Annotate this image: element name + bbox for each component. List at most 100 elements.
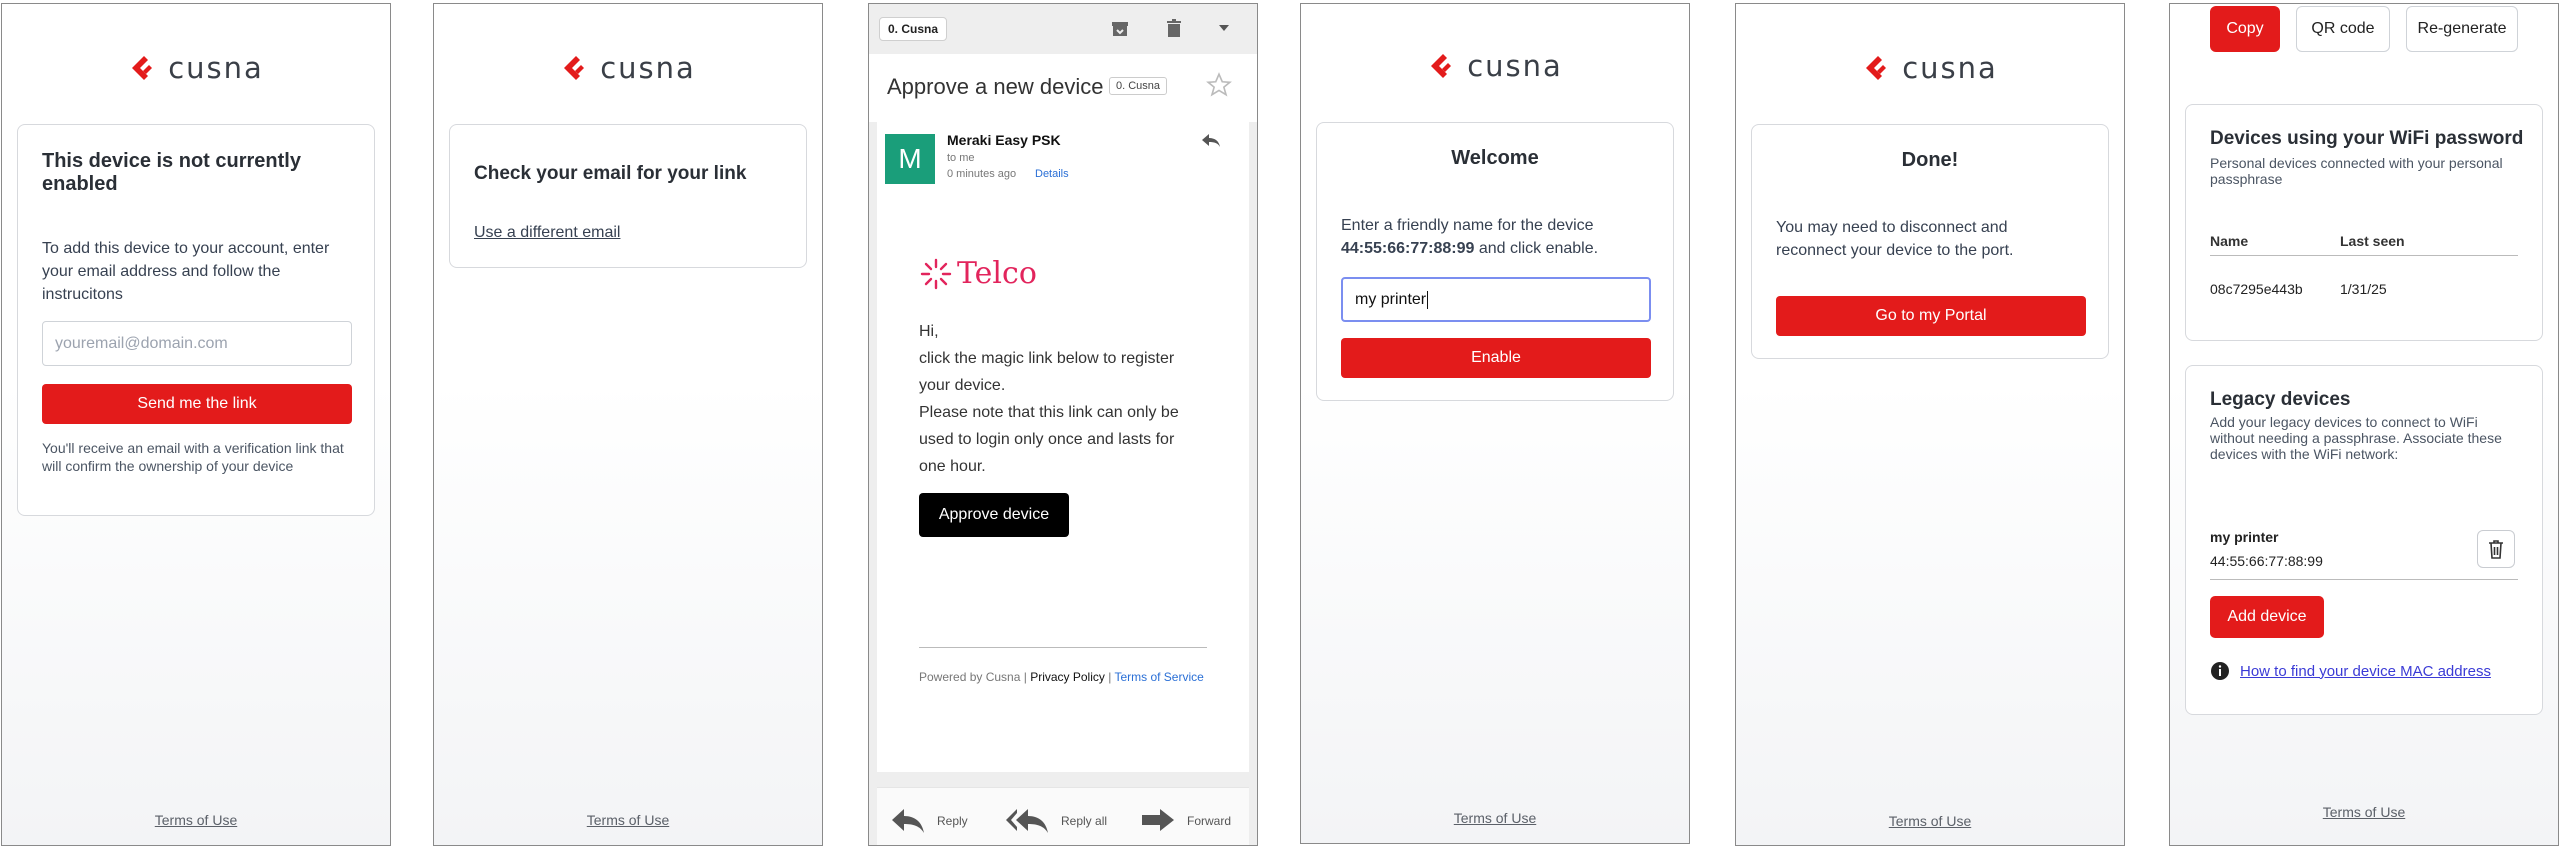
device-mac: 44:55:66:77:88:99 xyxy=(1341,240,1475,257)
card-title: Done! xyxy=(1901,149,1959,171)
devices-subtitle: Personal devices connected with your per… xyxy=(2210,155,2503,187)
terms-link[interactable]: Terms of Use xyxy=(1736,813,2124,829)
email-footer: Powered by Cusna | Privacy Policy | Term… xyxy=(919,670,1204,684)
reply-label: Reply xyxy=(937,814,968,828)
approve-device-button[interactable]: Approve device xyxy=(919,493,1069,537)
reply-all-action[interactable]: Reply all xyxy=(1005,806,1107,836)
screen-done: cusna Done! You may need to disconnect a… xyxy=(1735,3,2125,846)
mac-help-link[interactable]: How to find your device MAC address xyxy=(2240,663,2491,680)
portal-button[interactable]: Go to my Portal xyxy=(1776,296,2086,336)
enable-button[interactable]: Enable xyxy=(1341,338,1651,378)
paragraph-1: click the magic link below to register y… xyxy=(919,350,1175,394)
archive-icon[interactable] xyxy=(1109,18,1131,40)
brand-logo: cusna xyxy=(434,48,822,88)
legacy-description: Add your legacy devices to connect to Wi… xyxy=(2210,414,2502,462)
brand-name: cusna xyxy=(600,51,696,85)
text-caret xyxy=(1427,290,1429,309)
card-title: Welcome xyxy=(1451,147,1539,169)
star-icon[interactable] xyxy=(1206,72,1232,98)
forward-action[interactable]: Forward xyxy=(1139,806,1231,836)
cusna-logo-icon xyxy=(1431,54,1452,78)
company-name: Telco xyxy=(957,256,1037,291)
column-last-seen: Last seen xyxy=(2340,233,2405,249)
email-message: M Meraki Easy PSK to me 0 minutes ago De… xyxy=(877,122,1249,772)
send-link-button[interactable]: Send me the link xyxy=(42,384,352,424)
devices-card: Devices using your WiFi password Persona… xyxy=(2185,104,2543,341)
card-title: Check your email for your link xyxy=(474,163,747,184)
time-text: 0 minutes ago xyxy=(947,168,1017,180)
screen-check-email: cusna Check your email for your link Use… xyxy=(433,3,823,846)
brand-logo: cusna xyxy=(1301,46,1689,86)
card-title: This device is not currently enabled xyxy=(42,150,301,195)
legacy-device-name: my printer xyxy=(2210,529,2279,545)
screen-welcome: cusna Welcome Enter a friendly name for … xyxy=(1300,3,1690,844)
trash-icon xyxy=(2489,540,2503,559)
info-icon xyxy=(2211,662,2229,680)
welcome-card: Welcome Enter a friendly name for the de… xyxy=(1316,122,1674,401)
cusna-logo-icon xyxy=(1866,56,1887,80)
cusna-logo-icon xyxy=(132,56,153,80)
legacy-divider xyxy=(2210,579,2518,580)
terms-service-link[interactable]: Terms of Service xyxy=(1114,670,1203,684)
table-header-divider xyxy=(2210,255,2518,256)
instruction-line-2: and click enable. xyxy=(1474,240,1599,257)
terms-link[interactable]: Terms of Use xyxy=(1301,810,1689,826)
instructions-text: To add this device to your account, ente… xyxy=(42,240,330,303)
email-subject-bar: Approve a new device 0. Cusna xyxy=(869,54,1257,122)
subject-tag[interactable]: 0. Cusna xyxy=(1109,77,1168,95)
avatar: M xyxy=(885,134,935,184)
divider xyxy=(919,647,1207,648)
add-device-button[interactable]: Add device xyxy=(2210,596,2324,638)
devices-title: Devices using your WiFi password xyxy=(2210,128,2524,149)
cusna-logo-icon xyxy=(564,56,585,80)
brand-name: cusna xyxy=(1467,49,1563,83)
device-name-value: my printer xyxy=(1355,290,1427,308)
sender-name: Meraki Easy PSK xyxy=(947,132,1061,148)
screen-device-not-enabled: cusna This device is not currently enabl… xyxy=(1,3,391,846)
details-link[interactable]: Details xyxy=(1035,168,1069,180)
row-device-name: 08c7295e443b xyxy=(2210,281,2303,297)
qr-code-button[interactable]: QR code xyxy=(2296,6,2390,52)
terms-link[interactable]: Terms of Use xyxy=(2,812,390,828)
sunburst-icon xyxy=(920,258,952,289)
folder-tag[interactable]: 0. Cusna xyxy=(879,17,948,41)
enable-card: This device is not currently enabled To … xyxy=(17,124,375,516)
reply-all-icon xyxy=(1006,809,1048,833)
friendly-name-instructions: Enter a friendly name for the device 44:… xyxy=(1341,214,1661,260)
brand-name: cusna xyxy=(1902,51,1998,85)
telco-logo: Telco xyxy=(919,256,1037,291)
paragraph-2: Please note that this link can only be u… xyxy=(919,404,1179,475)
reply-all-label: Reply all xyxy=(1061,814,1108,828)
legacy-device-mac: 44:55:66:77:88:99 xyxy=(2210,553,2323,569)
terms-link[interactable]: Terms of Use xyxy=(434,812,822,828)
forward-icon xyxy=(1142,809,1174,831)
delete-device-button[interactable] xyxy=(2477,530,2515,568)
done-message: You may need to disconnect and reconnect… xyxy=(1776,219,2014,259)
copy-button[interactable]: Copy xyxy=(2210,6,2280,52)
privacy-link[interactable]: Privacy Policy xyxy=(1030,670,1105,684)
legacy-title: Legacy devices xyxy=(2210,389,2351,410)
instruction-line-1: Enter a friendly name for the device xyxy=(1341,217,1594,234)
done-card: Done! You may need to disconnect and rec… xyxy=(1751,124,2109,359)
trash-icon[interactable] xyxy=(1163,17,1185,39)
row-last-seen: 1/31/25 xyxy=(2340,281,2387,297)
device-name-input[interactable]: my printer xyxy=(1341,277,1651,322)
chevron-down-icon[interactable] xyxy=(1217,22,1231,34)
check-email-card: Check your email for your link Use a dif… xyxy=(449,124,807,268)
brand-name: cusna xyxy=(168,51,264,85)
screen-email-client: 0. Cusna Approve a new device 0. Cusna M… xyxy=(868,3,1258,846)
column-name: Name xyxy=(2210,233,2249,249)
email-subject: Approve a new device xyxy=(887,74,1104,99)
reply-icon xyxy=(892,809,924,833)
email-toolbar: 0. Cusna xyxy=(869,4,1257,54)
greeting-text: Hi, xyxy=(919,323,939,340)
email-content: Hi, click the magic link below to regist… xyxy=(919,318,1189,480)
reply-icon[interactable] xyxy=(1200,132,1222,150)
email-input[interactable]: youremail@domain.com xyxy=(42,321,352,366)
regenerate-button[interactable]: Re-generate xyxy=(2406,6,2518,52)
brand-logo: cusna xyxy=(2,48,390,88)
terms-link[interactable]: Terms of Use xyxy=(2170,804,2558,820)
reply-action[interactable]: Reply xyxy=(889,806,968,836)
legacy-devices-card: Legacy devices Add your legacy devices t… xyxy=(2185,365,2543,715)
different-email-link[interactable]: Use a different email xyxy=(474,221,620,244)
